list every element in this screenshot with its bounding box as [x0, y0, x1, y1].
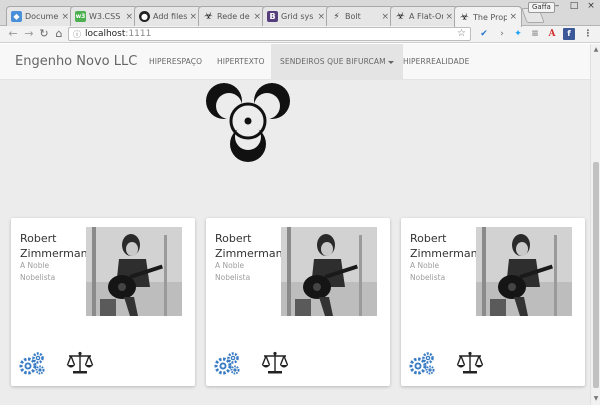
tab-title: Rede de [217, 12, 250, 21]
bootstrap-icon: B [267, 11, 278, 22]
close-icon[interactable]: × [445, 12, 453, 22]
tab-favicon-icon: w3 [75, 11, 86, 22]
biohazard-icon: ☣ [396, 11, 405, 22]
bookmark-star-icon[interactable]: ☆ [457, 28, 466, 40]
scroll-thumb[interactable] [593, 162, 599, 388]
balance-scales-icon[interactable] [456, 351, 484, 375]
bolt-icon: ⚡ [333, 11, 340, 22]
tab-title: The Prop [473, 12, 508, 22]
caret-down-icon [387, 60, 394, 64]
profile-card: Robert Zimmerman A Noble Nobelista [206, 218, 390, 386]
card-name: Robert Zimmerman [215, 232, 283, 260]
guitarist-photo [281, 227, 377, 316]
biohazard-icon: ☣ [460, 11, 469, 23]
card-subtitle: A Noble Nobelista [215, 261, 251, 282]
card-name: Robert Zimmerman [410, 232, 478, 260]
nav-dropdown-label: SENDEIROS QUE BIFURCAM [280, 57, 386, 66]
profile-card: Robert Zimmerman A Noble Nobelista [401, 218, 585, 386]
page-scrollbar[interactable]: ▲ ▼ [590, 44, 600, 405]
nav-link-hiperespaco[interactable]: HIPERESPAÇO [149, 44, 202, 80]
close-icon[interactable]: × [381, 12, 389, 22]
menu-icon[interactable]: ⋮ [582, 28, 594, 40]
balance-scales-icon[interactable] [66, 351, 94, 375]
scroll-up-icon[interactable]: ▲ [592, 46, 600, 54]
profile-card: Robert Zimmerman A Noble Nobelista [11, 218, 195, 386]
info-icon: ⓘ [73, 29, 81, 39]
maximize-icon[interactable]: □ [565, 0, 583, 14]
facebook-icon[interactable]: f [563, 28, 575, 40]
guitarist-photo [86, 227, 182, 316]
close-icon[interactable]: × [509, 12, 517, 22]
page-viewport: Engenho Novo LLC HIPERESPAÇO HIPERTEXTO … [0, 44, 600, 405]
browser-tab[interactable]: B Grid sys × [262, 6, 330, 26]
card-subtitle: A Noble Nobelista [20, 261, 56, 282]
nav-link-hiperrealidade[interactable]: HIPERREALIDADE [403, 44, 469, 80]
brand-link[interactable]: Engenho Novo LLC [15, 44, 137, 80]
guitarist-photo [476, 227, 572, 316]
tab-title: A Flat-Or [409, 12, 444, 21]
browser-tab-strip: ◆ Documen × w3 W3.CSS × ● Add files × ☣ … [0, 0, 600, 27]
close-icon[interactable]: × [61, 12, 69, 22]
url-text[interactable]: localhost:1111 [85, 29, 151, 39]
twitter-icon[interactable]: ✦ [512, 28, 524, 40]
browser-tab[interactable]: ● Add files × [134, 6, 202, 26]
close-icon[interactable]: × [317, 12, 325, 22]
card-name: Robert Zimmerman [20, 232, 88, 260]
minimize-icon[interactable]: – [548, 0, 566, 14]
nav-dropdown-sendeiros[interactable]: SENDEIROS QUE BIFURCAM [271, 44, 403, 80]
site-navbar: Engenho Novo LLC HIPERESPAÇO HIPERTEXTO … [0, 44, 590, 80]
reload-icon[interactable]: ↻ [37, 27, 51, 41]
forward-icon[interactable]: → [22, 27, 36, 41]
balance-scales-icon[interactable] [261, 351, 289, 375]
home-icon[interactable]: ⌂ [52, 27, 66, 41]
browser-toolbar: ← → ↻ ⌂ ⓘ localhost:1111 ☆ ✔ › ✦ ≡ A f ⋮ [0, 26, 600, 43]
github-icon: ● [139, 11, 150, 22]
tab-title: Documen [25, 12, 59, 21]
address-bar[interactable]: ⓘ localhost:1111 ☆ [68, 27, 471, 41]
vpn-icon[interactable]: ✔ [478, 28, 490, 40]
close-icon[interactable]: × [125, 12, 133, 22]
card-subtitle: A Noble Nobelista [410, 261, 446, 282]
close-window-icon[interactable]: × [582, 0, 600, 14]
browser-tab[interactable]: ☣ Rede de × [198, 6, 266, 26]
biohazard-logo-icon [206, 83, 290, 162]
tab-title: W3.CSS [89, 12, 121, 21]
browser-tab[interactable]: ☣ A Flat-Or × [390, 6, 458, 26]
close-icon[interactable]: × [189, 12, 197, 22]
tab-title: Grid sys [281, 12, 314, 21]
chevron-icon[interactable]: › [496, 28, 508, 40]
nav-link-hipertexto[interactable]: HIPERTEXTO [217, 44, 265, 80]
acrobat-icon[interactable]: A [546, 28, 558, 40]
browser-tab[interactable]: ◆ Documen × [6, 6, 74, 26]
tab-favicon-icon: ◆ [11, 11, 22, 22]
scroll-down-icon[interactable]: ▼ [592, 395, 600, 403]
settings-gears-icon[interactable] [214, 351, 240, 375]
back-icon[interactable]: ← [6, 27, 20, 41]
browser-tab-active[interactable]: ☣ The Prop × [454, 6, 522, 27]
tab-title: Add files [153, 12, 188, 21]
tab-title: Bolt [345, 12, 361, 21]
browser-tab[interactable]: ⚡ Bolt × [326, 6, 394, 26]
close-icon[interactable]: × [253, 12, 261, 22]
settings-gears-icon[interactable] [409, 351, 435, 375]
settings-gears-icon[interactable] [19, 351, 45, 375]
biohazard-icon: ☣ [204, 11, 213, 22]
reader-icon[interactable]: ≡ [529, 28, 541, 40]
browser-tab[interactable]: w3 W3.CSS × [70, 6, 138, 26]
